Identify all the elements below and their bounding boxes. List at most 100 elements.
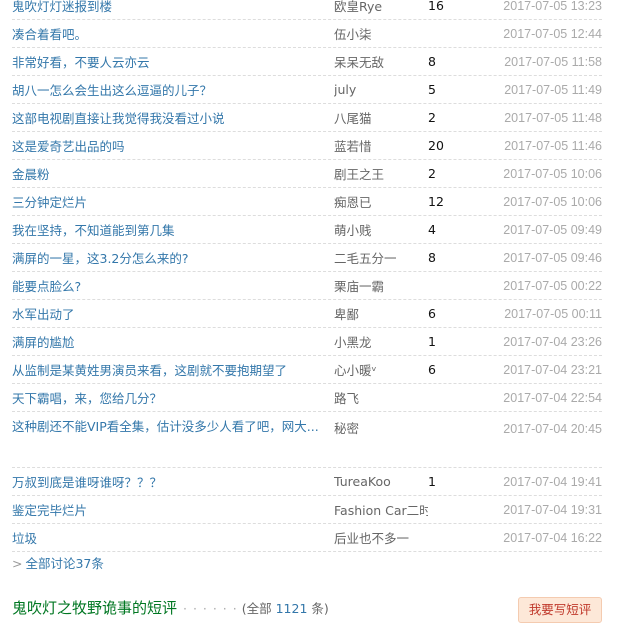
discussion-author-link[interactable]: 路飞 <box>334 388 428 407</box>
table-row: 这是爱奇艺出品的吗 蓝若惜 20 2017-07-05 11:46 <box>12 132 602 160</box>
last-reply-time: 2017-07-05 11:48 <box>504 110 602 125</box>
discussion-title-link[interactable]: 这是爱奇艺出品的吗 <box>12 136 334 155</box>
all-discussions-label[interactable]: 全部讨论37条 <box>25 556 103 571</box>
short-reviews-title: 鬼吹灯之牧野诡事的短评 <box>12 599 178 617</box>
last-reply-time: 2017-07-05 00:22 <box>503 278 602 293</box>
discussion-title-link[interactable]: 三分钟定烂片 <box>12 192 334 211</box>
table-row: 万叔到底是谁呀谁呀？？？ TureaKoo 1 2017-07-04 19:41 <box>12 468 602 496</box>
discussion-title-link[interactable]: 满屏的尴尬 <box>12 332 334 351</box>
discussion-author-link[interactable]: TureaKoo <box>334 474 428 489</box>
last-reply-time: 2017-07-05 11:49 <box>504 82 602 97</box>
reply-count: 16 <box>428 0 444 13</box>
write-review-button[interactable]: 我要写短评 <box>518 597 602 623</box>
discussion-author-link[interactable]: 卑鄙 <box>334 304 428 323</box>
last-reply-time: 2017-07-05 12:44 <box>503 26 602 41</box>
discussion-title-link[interactable]: 金晨粉 <box>12 164 334 183</box>
discussion-title-link[interactable]: 从监制是某黄姓男演员来看，这剧就不要抱期望了 <box>12 360 334 379</box>
last-reply-time: 2017-07-04 16:22 <box>503 530 602 545</box>
table-row: 这种剧还不能VIP看全集，估计没多少人看了吧，网大... 秘密 2017-07-04… <box>12 412 602 468</box>
reply-count: 5 <box>428 82 436 97</box>
reply-count: 6 <box>428 306 436 321</box>
total-suffix: 条) <box>307 601 329 616</box>
reply-count: 2 <box>428 166 436 181</box>
table-row: 非常好看，不要人云亦云 呆呆无敌 8 2017-07-05 11:58 <box>12 48 602 76</box>
table-row: 鉴定完毕烂片 Fashion Car二时 2017-07-04 19:31 <box>12 496 602 524</box>
last-reply-time: 2017-07-04 22:54 <box>503 390 602 405</box>
total-prefix: (全部 <box>241 601 276 616</box>
discussion-title-link[interactable]: 这种剧还不能VIP看全集，估计没多少人看了吧，网大... <box>12 412 334 438</box>
arrow-icon: > <box>12 556 23 571</box>
discussion-title-link[interactable]: 鉴定完毕烂片 <box>12 500 334 519</box>
discussion-title-link[interactable]: 满屏的一星，这3.2分怎么来的? <box>12 248 334 267</box>
last-reply-time: 2017-07-05 11:58 <box>504 54 602 69</box>
discussion-title-link[interactable]: 垃圾 <box>12 528 334 547</box>
last-reply-time: 2017-07-05 00:11 <box>504 306 602 321</box>
last-reply-time: 2017-07-04 19:41 <box>503 474 602 489</box>
all-discussions-link[interactable]: > 全部讨论37条 <box>12 553 104 572</box>
table-row: 垃圾 后业也不多一 2017-07-04 16:22 <box>12 524 602 552</box>
last-reply-time: 2017-07-05 11:46 <box>504 138 602 153</box>
discussion-title-link[interactable]: 能要点脸么? <box>12 276 334 295</box>
reply-count: 4 <box>428 222 436 237</box>
last-reply-time: 2017-07-04 23:26 <box>503 334 602 349</box>
discussion-author-link[interactable]: 后业也不多一 <box>334 528 428 547</box>
last-reply-time: 2017-07-05 13:23 <box>503 0 602 13</box>
last-reply-time: 2017-07-04 20:45 <box>503 422 602 436</box>
table-row: 从监制是某黄姓男演员来看，这剧就不要抱期望了 心小暖ᵛ 6 2017-07-04 23… <box>12 356 602 384</box>
table-row: 胡八一怎么会生出这么逗逼的儿子？ july 5 2017-07-05 11:49 <box>12 76 602 104</box>
table-row: 这部电视剧直接让我觉得我没看过小说 八尾猫 2 2017-07-05 11:48 <box>12 104 602 132</box>
discussion-title-link[interactable]: 我在坚持，不知道能到第几集 <box>12 220 334 239</box>
table-row: 凑合着看吧。 伍小柒 2017-07-05 12:44 <box>12 20 602 48</box>
discussion-author-link[interactable]: 蓝若惜 <box>334 136 428 155</box>
discussion-title-link[interactable]: 天下霸唱，来，您给几分？ <box>12 388 334 407</box>
reply-count: 1 <box>428 334 436 349</box>
discussion-author-link[interactable]: Fashion Car二时 <box>334 500 428 519</box>
last-reply-time: 2017-07-04 19:31 <box>503 502 602 517</box>
table-row: 鬼吹灯灯迷报到楼 欧皇Rye 16 2017-07-05 13:23 <box>12 0 602 20</box>
table-row: 水军出动了 卑鄙 6 2017-07-05 00:11 <box>12 300 602 328</box>
discussion-author-link[interactable]: 伍小柒 <box>334 24 428 43</box>
reply-count: 1 <box>428 474 436 489</box>
discussion-author-link[interactable]: 秘密 <box>334 412 428 440</box>
discussion-title-link[interactable]: 非常好看，不要人云亦云 <box>12 52 334 71</box>
last-reply-time: 2017-07-05 10:06 <box>503 166 602 181</box>
last-reply-time: 2017-07-05 09:49 <box>503 222 602 237</box>
discussion-author-link[interactable]: 欧皇Rye <box>334 0 428 15</box>
discussion-title-link[interactable]: 鬼吹灯灯迷报到楼 <box>12 0 334 15</box>
discussion-title-link[interactable]: 水军出动了 <box>12 304 334 323</box>
discussion-author-link[interactable]: 萌小贱 <box>334 220 428 239</box>
total-reviews-link[interactable]: 1121 <box>276 601 308 616</box>
discussion-author-link[interactable]: 八尾猫 <box>334 108 428 127</box>
reply-count: 12 <box>428 194 444 209</box>
table-row: 我在坚持，不知道能到第几集 萌小贱 4 2017-07-05 09:49 <box>12 216 602 244</box>
discussion-title-link[interactable]: 万叔到底是谁呀谁呀？？？ <box>12 472 334 491</box>
reply-count: 8 <box>428 54 436 69</box>
table-row: 金晨粉 剧王之王 2 2017-07-05 10:06 <box>12 160 602 188</box>
table-row: 满屏的尴尬 小黑龙 1 2017-07-04 23:26 <box>12 328 602 356</box>
discussion-author-link[interactable]: 呆呆无敌 <box>334 52 428 71</box>
title-dots: · · · · · · <box>183 601 238 616</box>
discussion-author-link[interactable]: 痴恩已 <box>334 192 428 211</box>
table-row: 满屏的一星，这3.2分怎么来的? 二毛五分一 8 2017-07-05 09:46 <box>12 244 602 272</box>
last-reply-time: 2017-07-04 23:21 <box>503 362 602 377</box>
reply-count <box>428 412 500 418</box>
table-row: 三分钟定烂片 痴恩已 12 2017-07-05 10:06 <box>12 188 602 216</box>
page: 鬼吹灯灯迷报到楼 欧皇Rye 16 2017-07-05 13:23 凑合着看吧。 伍小柒… <box>0 0 632 624</box>
reply-count: 8 <box>428 250 436 265</box>
table-row: 能要点脸么? 栗庙一霸 2017-07-05 00:22 <box>12 272 602 300</box>
discussion-title-link[interactable]: 这部电视剧直接让我觉得我没看过小说 <box>12 108 334 127</box>
reply-count: 20 <box>428 138 444 153</box>
discussion-author-link[interactable]: 剧王之王 <box>334 164 428 183</box>
discussion-table: 鬼吹灯灯迷报到楼 欧皇Rye 16 2017-07-05 13:23 凑合着看吧。 伍小柒… <box>12 0 602 552</box>
discussion-author-link[interactable]: 栗庙一霸 <box>334 276 428 295</box>
last-reply-time: 2017-07-05 09:46 <box>503 250 602 265</box>
reply-count: 6 <box>428 362 436 377</box>
discussion-author-link[interactable]: 小黑龙 <box>334 332 428 351</box>
discussion-title-link[interactable]: 凑合着看吧。 <box>12 24 334 43</box>
last-reply-time: 2017-07-05 10:06 <box>503 194 602 209</box>
discussion-title-link[interactable]: 胡八一怎么会生出这么逗逼的儿子？ <box>12 80 334 99</box>
discussion-author-link[interactable]: 心小暖ᵛ <box>334 360 428 379</box>
discussion-author-link[interactable]: 二毛五分一 <box>334 248 428 267</box>
discussion-author-link[interactable]: july <box>334 82 428 97</box>
reply-count: 2 <box>428 110 436 125</box>
